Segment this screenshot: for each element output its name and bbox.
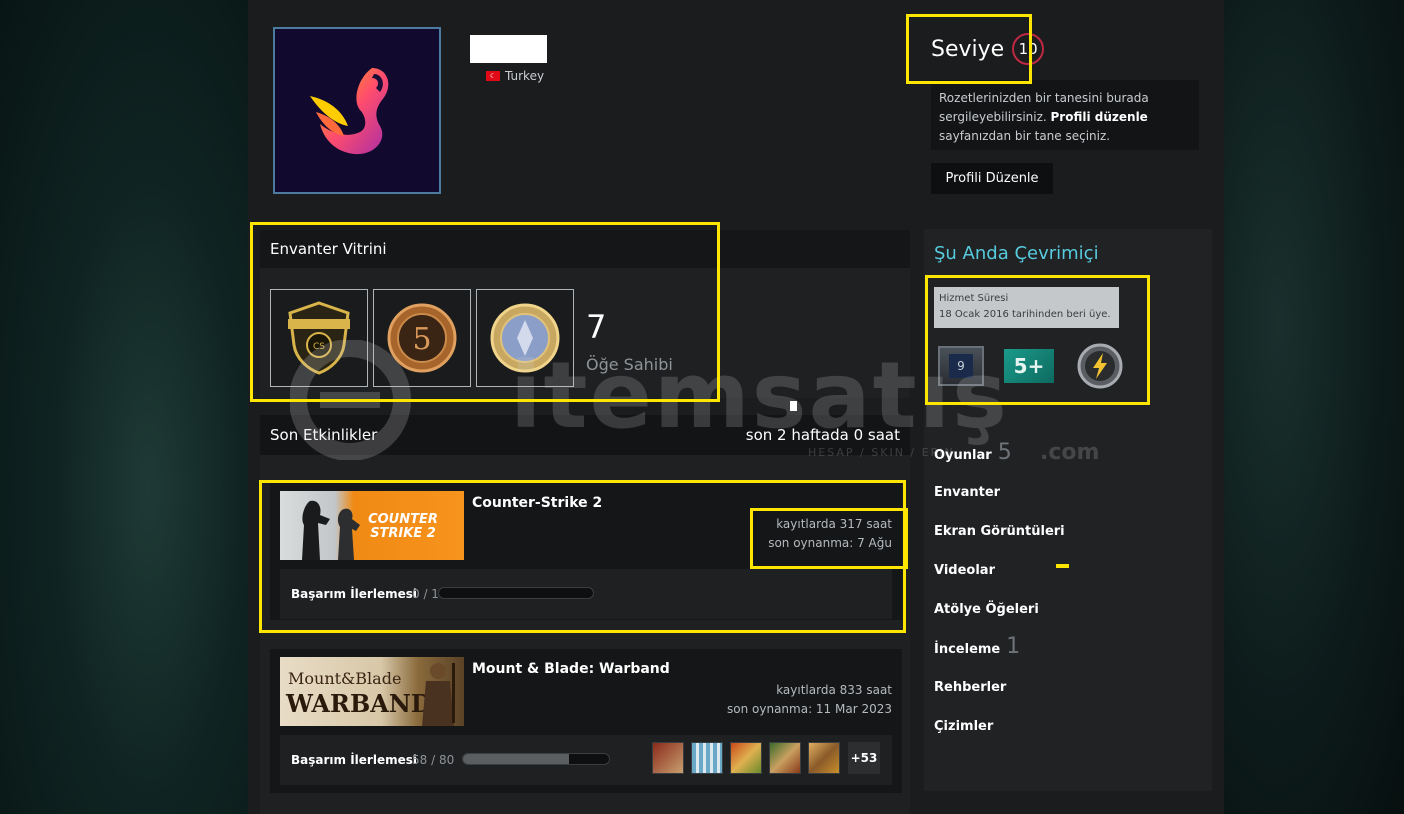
game-card-warband: Mount&Blade WARBAND Mount & Blade: Warba… (270, 649, 902, 793)
online-status: Şu Anda Çevrimiçi (934, 243, 1099, 264)
more-achievements-button[interactable]: +53 (848, 742, 880, 774)
watermark-tagline: HESAP / SKIN / EPIN (808, 446, 955, 459)
achievement-knight-icon[interactable] (652, 742, 684, 774)
nav-item-videos[interactable]: Videolar (934, 563, 995, 578)
achievement-label: Başarım İlerlemesi (291, 753, 417, 767)
highlight-badges (925, 275, 1150, 405)
edit-profile-button[interactable]: Profili Düzenle (931, 163, 1053, 194)
highlight-mark (1056, 564, 1069, 568)
nav-label: İnceleme (934, 642, 1001, 657)
nav-item-screenshots[interactable]: Ekran Görüntüleri (934, 524, 1065, 539)
game-last-played: son oynanma: 11 Mar 2023 (727, 702, 892, 716)
nav-item-reviews[interactable]: İnceleme 1 (934, 634, 1020, 659)
marker-dot (790, 401, 797, 411)
achievement-count: 58 / 80 (412, 753, 455, 767)
game-banner-bottom: WARBAND (286, 689, 432, 718)
recent-activity-title: Son Etkinlikler (270, 426, 378, 444)
game-hours: kayıtlarda 833 saat (776, 683, 892, 697)
nav-label: Envanter (934, 485, 1001, 500)
badge-note-text-end: sayfanızdan bir tane seçiniz. (939, 129, 1111, 143)
nav-count: 1 (1006, 634, 1021, 659)
warrior-icon (422, 663, 455, 726)
nav-label: Ekran Görüntüleri (934, 524, 1065, 539)
edit-profile-link[interactable]: Profili düzenle (1051, 110, 1148, 124)
background-right (1224, 0, 1404, 814)
swan-logo-icon (310, 67, 389, 154)
profile-country: ☾ Turkey (486, 69, 544, 83)
featured-badge-note: Rozetlerinizden bir tanesini burada serg… (931, 80, 1199, 150)
achievement-progress-bar (462, 753, 610, 765)
achievement-siege-icon[interactable] (808, 742, 840, 774)
highlight-showcase (250, 222, 720, 402)
nav-label: Çizimler (934, 719, 994, 734)
nav-item-workshop[interactable]: Atölye Öğeleri (934, 602, 1039, 617)
country-label: Turkey (505, 69, 545, 83)
achievement-rider-icon[interactable] (769, 742, 801, 774)
nav-item-inventory[interactable]: Envanter (934, 485, 1000, 500)
nav-label: Atölye Öğeleri (934, 602, 1039, 617)
achievement-progress-fill (463, 754, 569, 764)
nav-item-artwork[interactable]: Çizimler (934, 719, 993, 734)
nav-item-guides[interactable]: Rehberler (934, 680, 1006, 695)
game-banner[interactable]: Mount&Blade WARBAND (280, 657, 464, 726)
achievement-army-icon[interactable] (691, 742, 723, 774)
achievement-battle-icon[interactable] (730, 742, 762, 774)
game-banner-top: Mount&Blade (288, 669, 402, 688)
achievement-row[interactable]: Başarım İlerlemesi 58 / 80 +53 (280, 735, 892, 785)
nav-label: Videolar (934, 563, 995, 578)
turkey-flag-icon: ☾ (486, 71, 500, 81)
game-stats: kayıtlarda 833 saat son oynanma: 11 Mar … (727, 681, 892, 719)
profile-name-redacted (470, 35, 547, 63)
highlight-cs2-stats (750, 508, 908, 569)
highlight-level (906, 14, 1032, 84)
game-title[interactable]: Mount & Blade: Warband (472, 661, 670, 677)
nav-label: Rehberler (934, 680, 1007, 695)
profile-avatar[interactable] (273, 27, 441, 194)
watermark-domain: .com (1040, 440, 1100, 465)
background-left (0, 0, 248, 814)
